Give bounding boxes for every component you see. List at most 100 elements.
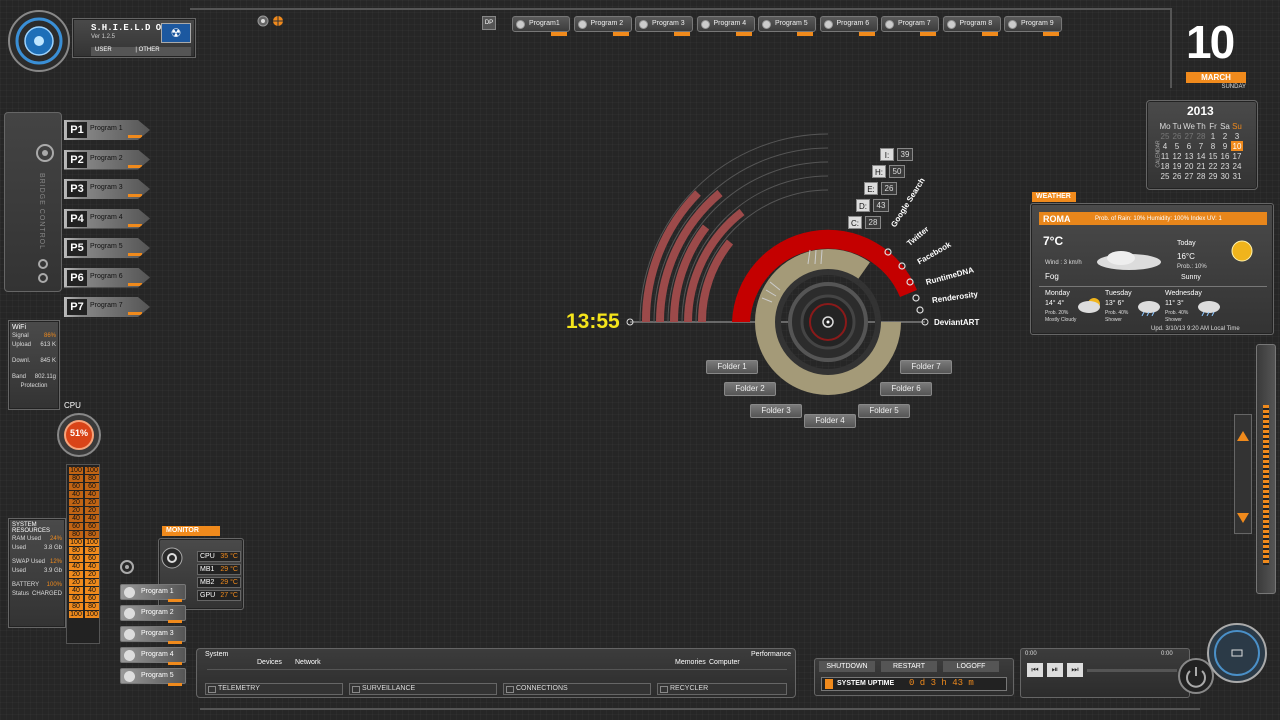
bottom-program-4[interactable]: Program 4 — [120, 647, 186, 665]
calendar-day[interactable]: 28 — [1195, 171, 1207, 181]
folder-5-button[interactable]: Folder 5 — [858, 404, 910, 418]
calendar-day[interactable]: 24 — [1231, 161, 1243, 171]
dp-button[interactable]: DP — [482, 16, 496, 30]
media-play-pause-icon[interactable]: ⏯ — [1047, 663, 1063, 677]
surveillance-tab[interactable]: SURVEILLANCE — [349, 683, 497, 695]
calendar-day[interactable]: 21 — [1195, 161, 1207, 171]
drive-letter[interactable]: E: — [864, 182, 878, 195]
left-program-5[interactable]: P5 Program 5 — [64, 238, 150, 258]
calendar-day[interactable]: 20 — [1183, 161, 1195, 171]
calendar-day[interactable]: 2 — [1219, 131, 1231, 141]
logoff-button[interactable]: LOGOFF — [943, 661, 999, 672]
folder-4-button[interactable]: Folder 4 — [804, 414, 856, 428]
scroll-up-icon[interactable] — [1237, 431, 1249, 441]
calendar-day[interactable]: 10 — [1231, 141, 1243, 151]
drive-letter[interactable]: D: — [856, 199, 870, 212]
left-program-1[interactable]: P1 Program 1 — [64, 120, 150, 140]
calendar-day[interactable]: 5 — [1171, 141, 1183, 151]
calendar-day[interactable]: 27 — [1183, 131, 1195, 141]
folder-2-button[interactable]: Folder 2 — [724, 382, 776, 396]
top-small-icons[interactable] — [256, 14, 286, 28]
calendar-day[interactable]: 14 — [1195, 151, 1207, 161]
telemetry-tab[interactable]: TELEMETRY — [205, 683, 343, 695]
bar-segment: 60 — [85, 523, 99, 531]
calendar-day[interactable]: 23 — [1219, 161, 1231, 171]
web-link-deviantart[interactable]: DeviantART — [934, 318, 979, 327]
calendar-day[interactable]: 31 — [1231, 171, 1243, 181]
bottom-program-2[interactable]: Program 2 — [120, 605, 186, 623]
left-program-7[interactable]: P7 Program 7 — [64, 297, 150, 317]
drive-letter[interactable]: C: — [848, 216, 862, 229]
top-tab-program-7[interactable]: Program 7 — [881, 16, 939, 36]
other-link[interactable]: OTHER — [139, 47, 160, 53]
calendar-day[interactable]: 18 — [1159, 161, 1171, 171]
recycler-tab[interactable]: RECYCLER — [657, 683, 787, 695]
top-tab-program-5[interactable]: Program 5 — [758, 16, 816, 36]
left-program-3[interactable]: P3 Program 3 — [64, 179, 150, 199]
top-tab-label: Program1 — [529, 20, 560, 27]
folder-3-button[interactable]: Folder 3 — [750, 404, 802, 418]
calendar-day[interactable]: 19 — [1171, 161, 1183, 171]
top-tab-program-8[interactable]: Program 8 — [942, 16, 1001, 36]
calendar-day[interactable]: 13 — [1183, 151, 1195, 161]
folder-1-button[interactable]: Folder 1 — [706, 360, 758, 374]
bottom-program-3[interactable]: Program 3 — [120, 626, 186, 644]
calendar-day[interactable]: 11 — [1159, 151, 1171, 161]
media-seek-bar[interactable] — [1087, 669, 1177, 672]
calendar-day[interactable]: 8 — [1207, 141, 1219, 151]
calendar-day[interactable]: 28 — [1195, 131, 1207, 141]
calendar-day[interactable]: 26 — [1171, 171, 1183, 181]
bar-segment: 100 — [85, 539, 99, 547]
bottom-system-label[interactable]: System — [205, 651, 228, 658]
drive-letter[interactable]: I: — [880, 148, 894, 161]
calendar-day[interactable]: 25 — [1159, 171, 1171, 181]
top-tab-program-9[interactable]: Program 9 — [1004, 16, 1062, 36]
media-next-icon[interactable]: ⏭ — [1067, 663, 1083, 677]
scroll-down-icon[interactable] — [1237, 513, 1249, 523]
top-tab-program-1[interactable]: Program1 — [512, 16, 570, 36]
calendar-day[interactable]: 26 — [1171, 131, 1183, 141]
bottom-performance-label[interactable]: Performance — [751, 651, 791, 658]
calendar-day[interactable]: 27 — [1183, 171, 1195, 181]
calendar-day[interactable]: 12 — [1171, 151, 1183, 161]
connections-tab[interactable]: CONNECTIONS — [503, 683, 651, 695]
hazard-icon[interactable]: ☢ — [161, 23, 191, 43]
user-link[interactable]: USER — [95, 47, 112, 53]
calendar-day[interactable]: 22 — [1207, 161, 1219, 171]
right-scroll-track[interactable] — [1234, 414, 1252, 534]
folder-6-button[interactable]: Folder 6 — [880, 382, 932, 396]
restart-button[interactable]: RESTART — [881, 661, 937, 672]
shutdown-button[interactable]: SHUTDOWN — [819, 661, 875, 672]
calendar-day[interactable]: 6 — [1183, 141, 1195, 151]
calendar-day[interactable]: 7 — [1195, 141, 1207, 151]
calendar-day[interactable]: 16 — [1219, 151, 1231, 161]
speed-gauge-icon[interactable] — [1206, 622, 1268, 684]
calendar-day[interactable]: 25 — [1159, 131, 1171, 141]
calendar-day[interactable]: 9 — [1219, 141, 1231, 151]
calendar-day[interactable]: 30 — [1219, 171, 1231, 181]
top-tab-program-4[interactable]: Program 4 — [696, 16, 755, 36]
bottom-program-5[interactable]: Program 5 — [120, 668, 186, 686]
bottom-devices-label[interactable]: Devices — [257, 659, 282, 666]
left-program-6[interactable]: P6 Program 6 — [64, 267, 150, 288]
calendar-day[interactable]: 3 — [1231, 131, 1243, 141]
calendar-day[interactable]: 1 — [1207, 131, 1219, 141]
top-tab-program-6[interactable]: Program 6 — [819, 16, 878, 36]
weather-today-cond: Sunny — [1181, 274, 1201, 281]
top-tab-program-3[interactable]: Program 3 — [635, 16, 693, 36]
left-program-4[interactable]: P4 Program 4 — [64, 208, 150, 229]
bottom-computer-label[interactable]: Computer — [709, 659, 740, 666]
top-tab-program-2[interactable]: Program 2 — [573, 16, 632, 36]
bottom-program-1[interactable]: Program 1 — [120, 584, 186, 602]
calendar-day[interactable]: 15 — [1207, 151, 1219, 161]
bottom-network-label[interactable]: Network — [295, 659, 321, 666]
drive-letter[interactable]: H: — [872, 165, 886, 178]
bar-segment: 60 — [69, 555, 83, 563]
folder-7-button[interactable]: Folder 7 — [900, 360, 952, 374]
left-program-2[interactable]: P2 Program 2 — [64, 149, 150, 170]
calendar-day[interactable]: 17 — [1231, 151, 1243, 161]
calendar-day[interactable]: 29 — [1207, 171, 1219, 181]
bottom-memories-label[interactable]: Memories — [675, 659, 706, 666]
calendar-day[interactable]: 4 — [1159, 141, 1171, 151]
media-prev-icon[interactable]: ⏮ — [1027, 663, 1043, 677]
